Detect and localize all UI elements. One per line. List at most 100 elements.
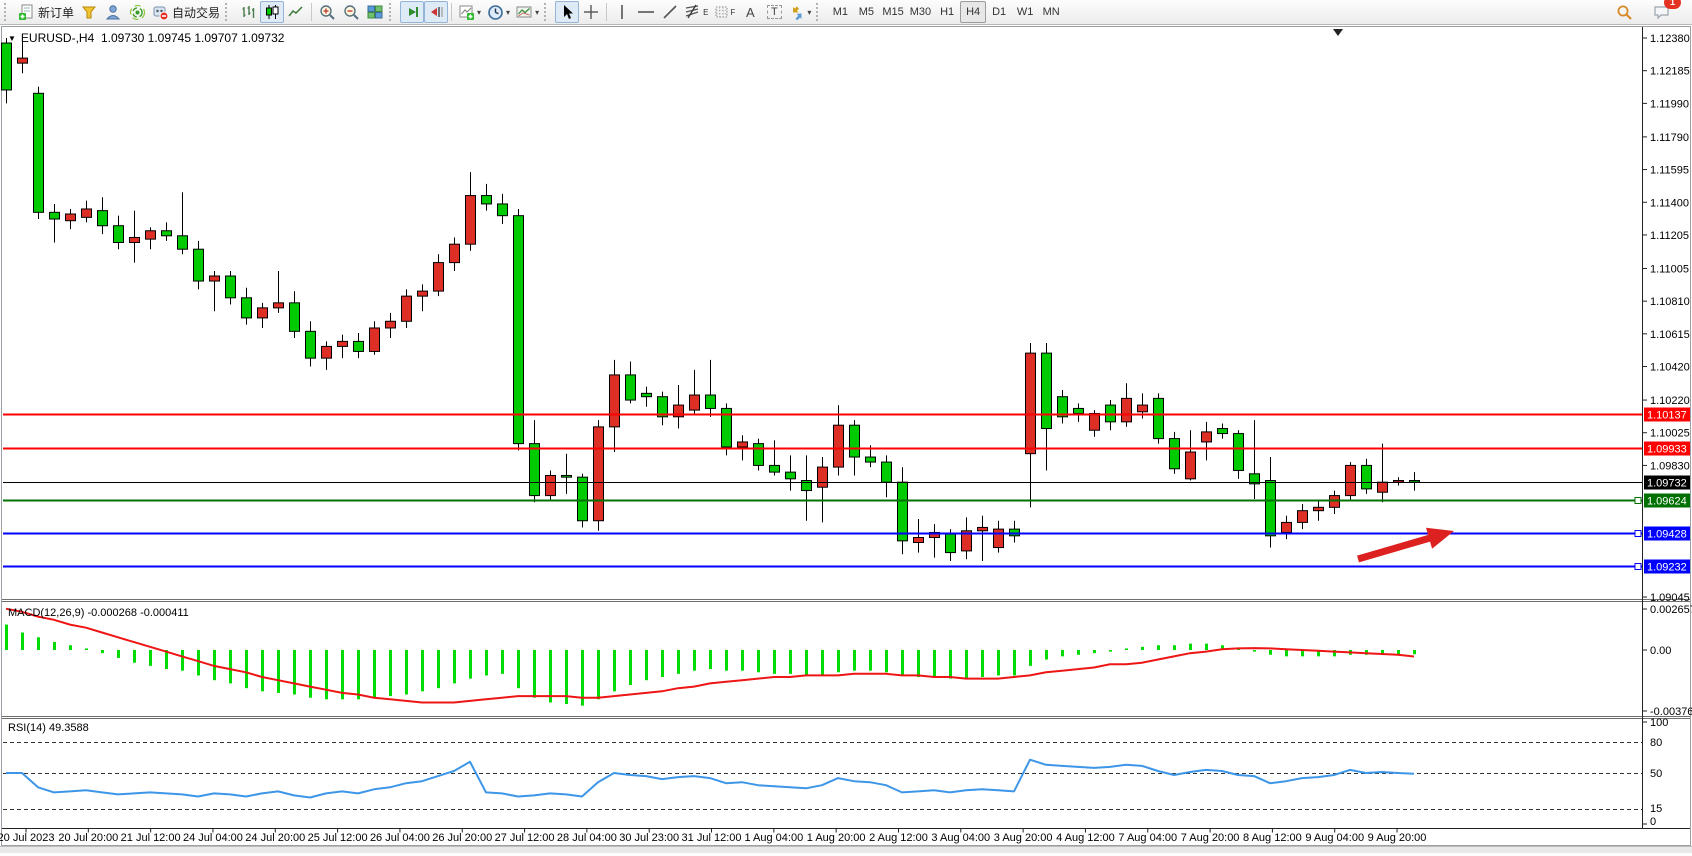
- bar-chart-icon: [240, 4, 256, 20]
- time-tick-label: 20 Jul 2023: [0, 832, 54, 844]
- time-tick-label: 3 Aug 20:00: [994, 832, 1053, 844]
- timeframe-MN[interactable]: MN: [1038, 1, 1064, 23]
- search-icon: [1616, 4, 1633, 21]
- time-tick-label: 26 Jul 04:00: [370, 832, 430, 844]
- candlestick-chart-button[interactable]: [260, 1, 284, 23]
- templates-button[interactable]: ▾: [513, 1, 542, 23]
- time-tick-label: 26 Jul 20:00: [432, 832, 492, 844]
- candle: [802, 455, 812, 520]
- price-tick-label: 1.11990: [1650, 98, 1689, 110]
- price-label-badge-text: 1.09933: [1647, 444, 1687, 456]
- time-tick-label: 9 Aug 20:00: [1368, 832, 1427, 844]
- text-tool-button[interactable]: A: [738, 1, 762, 23]
- timeframe-M15[interactable]: M15: [879, 1, 906, 23]
- bar-chart-button[interactable]: [236, 1, 260, 23]
- time-tick-label: 8 Aug 12:00: [1243, 832, 1302, 844]
- candle: [114, 216, 124, 250]
- timeframe-M30[interactable]: M30: [907, 1, 934, 23]
- indicators-button[interactable]: ▾: [455, 1, 484, 23]
- chart-shift-button[interactable]: [424, 1, 448, 23]
- candle: [34, 87, 44, 219]
- market-watch-button[interactable]: [101, 1, 125, 23]
- new-order-label: 新订单: [38, 4, 74, 21]
- timeframe-W1[interactable]: W1: [1012, 1, 1038, 23]
- tile-windows-icon: [367, 4, 383, 20]
- candle: [306, 321, 316, 366]
- arrows-tool-button[interactable]: ▾: [786, 1, 814, 23]
- vertical-line-tool-button[interactable]: [610, 1, 634, 23]
- timeframe-H1[interactable]: H1: [934, 1, 960, 23]
- macd-pane: MACD(12,26,9) -0.000268 -0.0004110.00265…: [6, 604, 1692, 718]
- cursor-tool-button[interactable]: [555, 1, 579, 23]
- search-button[interactable]: [1612, 1, 1636, 23]
- rsi-line: [6, 760, 1414, 798]
- candle: [626, 361, 636, 403]
- templates-caret-icon: ▾: [535, 8, 539, 17]
- candle: [290, 291, 300, 338]
- price-tick-label: 1.10615: [1650, 329, 1690, 341]
- horizontal-line-icon: [637, 4, 655, 20]
- hline-handle[interactable]: [1635, 498, 1641, 504]
- candle: [98, 197, 108, 234]
- line-chart-button[interactable]: [284, 1, 308, 23]
- candle: [434, 254, 444, 296]
- chart-window[interactable]: 1.123801.121851.119901.117901.115951.114…: [0, 0, 1692, 853]
- candle: [1378, 444, 1388, 503]
- macd-tick-label: 0.00: [1650, 645, 1671, 657]
- candle: [242, 288, 252, 325]
- fibonacci-tool-button[interactable]: E: [682, 1, 711, 23]
- candle: [1074, 403, 1084, 421]
- candle: [1122, 383, 1132, 427]
- candle: [1234, 430, 1244, 479]
- price-tick-label: 1.10810: [1650, 296, 1690, 308]
- tile-windows-button[interactable]: [363, 1, 387, 23]
- zoom-out-button[interactable]: [339, 1, 363, 23]
- grid-tool-button[interactable]: F: [711, 1, 738, 23]
- trendline-tool-button[interactable]: [658, 1, 682, 23]
- notifications-button[interactable]: 1: [1650, 1, 1674, 23]
- profiles-icon: [81, 4, 97, 20]
- toolbar-grip[interactable]: [389, 3, 398, 21]
- auto-scroll-icon: [404, 4, 420, 20]
- symbol-expand-icon[interactable]: ▼: [8, 34, 16, 43]
- timeframe-M5[interactable]: M5: [853, 1, 879, 23]
- toolbar-grip[interactable]: [544, 3, 553, 21]
- crosshair-tool-button[interactable]: [579, 1, 603, 23]
- candle: [338, 335, 348, 358]
- auto-trading-button[interactable]: 自动交易: [149, 1, 223, 23]
- candle: [1042, 343, 1052, 470]
- chart-canvas[interactable]: 1.123801.121851.119901.117901.115951.114…: [0, 0, 1692, 853]
- chart-shift-icon: [428, 4, 444, 20]
- horizontal-line-tool-button[interactable]: [634, 1, 658, 23]
- timeframe-H4[interactable]: H4: [960, 1, 986, 23]
- chart-shift-marker-icon[interactable]: [1333, 29, 1343, 36]
- candle: [1346, 462, 1356, 501]
- candle: [1218, 424, 1228, 439]
- text-label-tool-button[interactable]: T: [762, 1, 786, 23]
- toolbar-grip[interactable]: [225, 3, 234, 21]
- candle: [2, 38, 12, 103]
- timeframe-D1[interactable]: D1: [986, 1, 1012, 23]
- candle: [466, 172, 476, 251]
- candle: [162, 222, 172, 240]
- trend-arrow-annotation[interactable]: [1358, 528, 1454, 559]
- candle: [930, 524, 940, 558]
- toolbar-grip[interactable]: [816, 3, 825, 21]
- hline-handle[interactable]: [1635, 531, 1641, 537]
- candle: [354, 333, 364, 358]
- signals-button[interactable]: [125, 1, 149, 23]
- zoom-in-button[interactable]: [315, 1, 339, 23]
- toolbar-grip[interactable]: [4, 3, 13, 21]
- profiles-button[interactable]: [77, 1, 101, 23]
- hline-handle[interactable]: [1635, 564, 1641, 570]
- candle: [1154, 393, 1164, 443]
- candle: [1282, 516, 1292, 539]
- candle: [1410, 472, 1420, 490]
- auto-scroll-button[interactable]: [400, 1, 424, 23]
- timeframe-M1[interactable]: M1: [827, 1, 853, 23]
- new-order-button[interactable]: 新订单: [15, 1, 77, 23]
- candle: [322, 341, 332, 369]
- candle: [50, 204, 60, 243]
- periods-button[interactable]: ▾: [484, 1, 513, 23]
- notification-badge: 1: [1664, 0, 1681, 9]
